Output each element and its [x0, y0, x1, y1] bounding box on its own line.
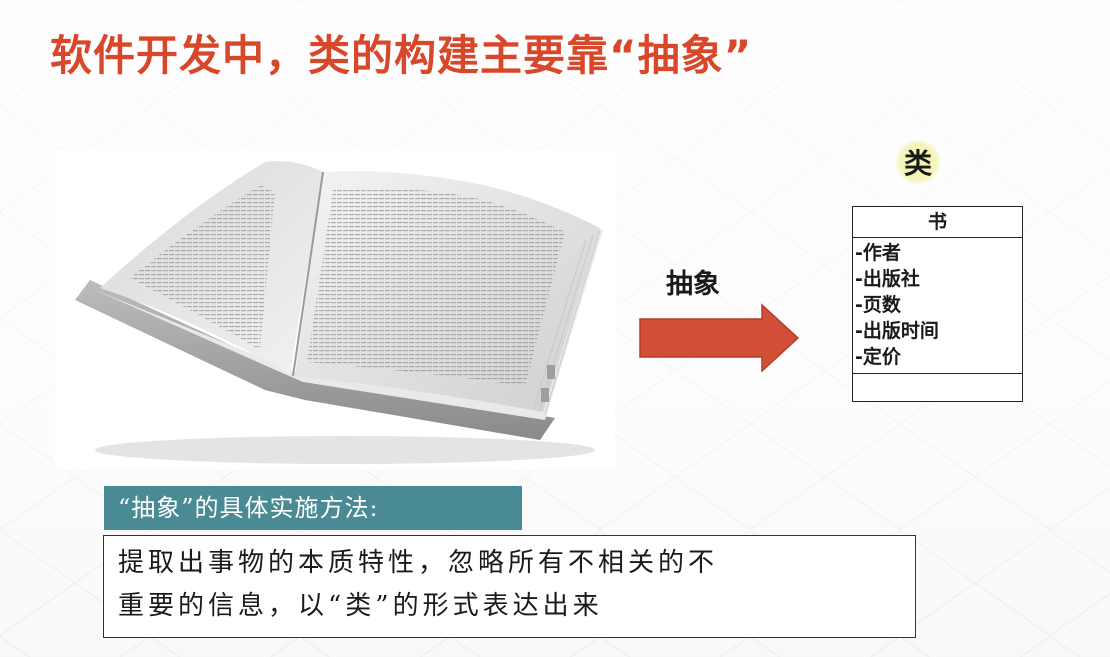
- method-line-2: 重要的信息，以“类”的形式表达出来: [118, 591, 603, 621]
- uml-attribute-list: -作者 -出版社 -页数 -出版时间 -定价: [853, 238, 1022, 374]
- uml-attribute: -出版社: [855, 268, 920, 290]
- uml-class-box: 书 -作者 -出版社 -页数 -出版时间 -定价: [852, 206, 1023, 402]
- right-arrow-icon: [639, 303, 800, 373]
- method-header: “抽象”的具体实施方法:: [104, 486, 522, 530]
- abstraction-arrow-label: 抽象: [666, 269, 720, 300]
- uml-attribute: -定价: [855, 346, 901, 368]
- uml-class-name: 书: [853, 207, 1022, 238]
- method-line-1: 提取出事物的本质特性，忽略所有不相关的不: [118, 548, 719, 578]
- uml-attribute: -作者: [855, 242, 901, 264]
- book-illustration: [75, 161, 603, 464]
- class-label: 类: [895, 140, 941, 184]
- uml-attribute: -出版时间: [855, 320, 939, 342]
- slide-title: 软件开发中，类的构建主要靠“抽象”: [50, 31, 753, 80]
- uml-attribute: -页数: [855, 294, 901, 316]
- open-book-image: [55, 150, 615, 470]
- method-description: 提取出事物的本质特性，忽略所有不相关的不 重要的信息，以“类”的形式表达出来: [103, 535, 916, 638]
